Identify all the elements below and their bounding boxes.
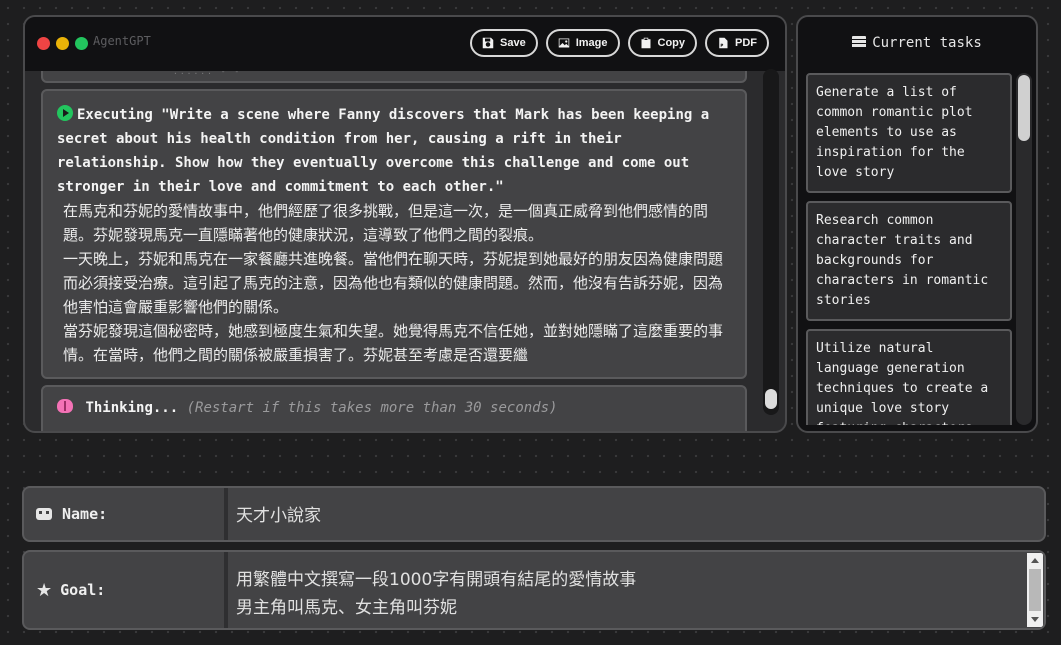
close-dot[interactable] bbox=[37, 37, 50, 50]
minimize-dot[interactable] bbox=[56, 37, 69, 50]
goal-field-row: ★ Goal: 用繁體中文撰寫一段1000字有開頭有結尾的愛情故事 男主角叫馬克、… bbox=[22, 550, 1046, 630]
play-icon bbox=[57, 105, 73, 121]
previous-message: ...... - - bbox=[41, 71, 747, 83]
chat-scrollbar-thumb[interactable] bbox=[765, 389, 777, 409]
image-button[interactable]: Image bbox=[545, 29, 620, 57]
image-label: Image bbox=[575, 37, 608, 49]
pdf-button[interactable]: PDF bbox=[705, 29, 769, 57]
name-label: Name: bbox=[24, 488, 228, 540]
goal-label: ★ Goal: bbox=[24, 552, 228, 628]
executing-heading: Executing "Write a scene where Fanny dis… bbox=[57, 103, 731, 199]
pdf-label: PDF bbox=[735, 37, 757, 49]
scroll-up-icon[interactable] bbox=[1031, 558, 1039, 563]
tasks-title: Current tasks bbox=[798, 35, 1036, 51]
chat-scrollbar[interactable] bbox=[763, 69, 779, 415]
maximize-dot[interactable] bbox=[75, 37, 88, 50]
goal-scrollbar[interactable] bbox=[1027, 553, 1043, 627]
name-label-text: Name: bbox=[62, 505, 108, 523]
task-card: Research common character traits and bac… bbox=[806, 201, 1012, 321]
save-button[interactable]: Save bbox=[470, 29, 538, 57]
task-card: Utilize natural language generation tech… bbox=[806, 329, 1012, 425]
goal-label-text: Goal: bbox=[60, 581, 106, 599]
scroll-down-icon[interactable] bbox=[1031, 617, 1039, 622]
name-input[interactable]: 天才小說家 bbox=[236, 488, 1024, 540]
image-icon bbox=[558, 38, 569, 48]
executing-heading-text: Executing "Write a scene where Fanny dis… bbox=[57, 107, 710, 195]
pdf-file-icon bbox=[719, 37, 728, 49]
thinking-hint: (Restart if this takes more than 30 seco… bbox=[186, 400, 558, 416]
app-title: AgentGPT bbox=[93, 34, 151, 48]
chat-header: AgentGPT Save Image Copy PDF bbox=[25, 17, 785, 71]
executing-message: Executing "Write a scene where Fanny dis… bbox=[41, 89, 747, 379]
save-icon bbox=[482, 37, 494, 49]
name-field-row: Name: 天才小說家 bbox=[22, 486, 1046, 542]
tasks-panel: Current tasks Generate a list of common … bbox=[796, 15, 1038, 433]
tasks-scrollbar[interactable] bbox=[1016, 73, 1032, 425]
copy-label: Copy bbox=[657, 37, 686, 49]
robot-icon bbox=[36, 508, 52, 520]
tasks-title-text: Current tasks bbox=[872, 35, 982, 51]
tasks-scrollbar-thumb[interactable] bbox=[1018, 75, 1030, 141]
copy-button[interactable]: Copy bbox=[627, 29, 697, 57]
clipboard-icon bbox=[641, 37, 650, 49]
chat-window: AgentGPT Save Image Copy PDF ...... - - bbox=[23, 15, 787, 433]
task-card: Generate a list of common romantic plot … bbox=[806, 73, 1012, 193]
star-icon: ★ bbox=[36, 579, 53, 601]
window-controls bbox=[37, 37, 88, 50]
task-list[interactable]: Generate a list of common romantic plot … bbox=[806, 73, 1014, 425]
goal-textarea[interactable]: 用繁體中文撰寫一段1000字有開頭有結尾的愛情故事 男主角叫馬克、女主角叫芬妮 bbox=[236, 552, 1024, 628]
brain-icon bbox=[57, 399, 73, 413]
message-list[interactable]: ...... - - Executing "Write a scene wher… bbox=[41, 71, 749, 431]
save-label: Save bbox=[500, 37, 526, 49]
previous-message-fragment: ...... - - bbox=[173, 71, 242, 76]
thinking-message: Thinking... (Restart if this takes more … bbox=[41, 385, 747, 431]
executing-body: 在馬克和芬妮的愛情故事中，他們經歷了很多挑戰，但是這一次，是一個真正威脅到他們感… bbox=[63, 202, 724, 364]
thinking-label: Thinking... bbox=[85, 400, 179, 416]
task-list-icon bbox=[852, 36, 867, 48]
toolbar: Save Image Copy PDF bbox=[470, 29, 769, 57]
goal-scrollbar-thumb[interactable] bbox=[1029, 569, 1041, 611]
